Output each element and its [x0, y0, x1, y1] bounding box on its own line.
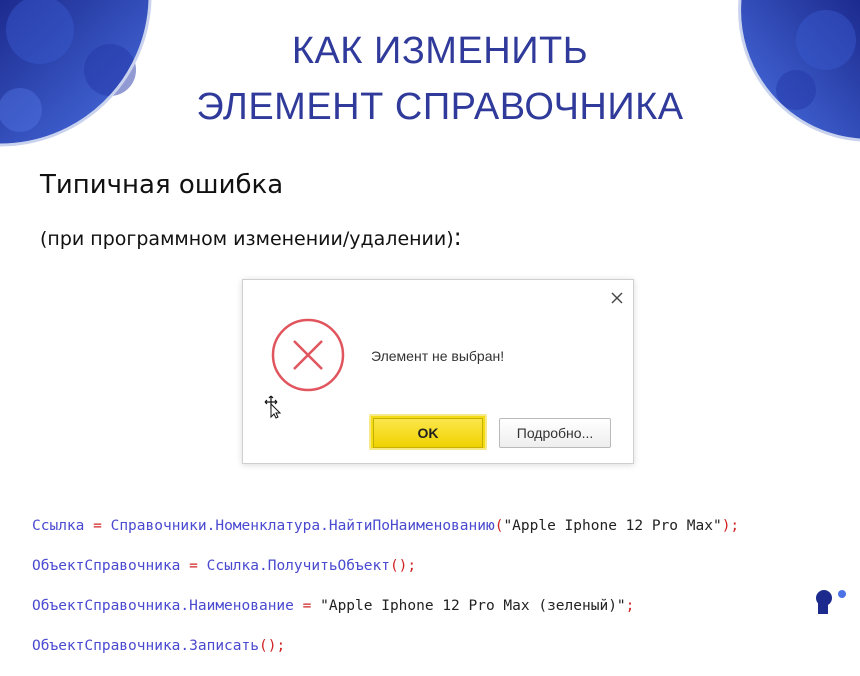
code-token: = [180, 558, 207, 574]
error-dialog: Элемент не выбран! OK Подробно... [242, 279, 634, 464]
slide-note-colon: : [453, 223, 462, 251]
code-token: = [293, 598, 321, 614]
code-token: ОбъектСправочника [32, 558, 181, 574]
ok-button[interactable]: OK [369, 414, 487, 450]
code-token: (); [389, 558, 417, 574]
details-button[interactable]: Подробно... [499, 418, 611, 448]
code-token: ОбъектСправочника.Записать [32, 638, 259, 654]
slide-note-text: (при программном изменении/удалении) [40, 228, 454, 250]
dialog-message: Элемент не выбран! [371, 348, 505, 364]
slide-title-line-2: ЭЛЕМЕНТ СПРАВОЧНИКА [196, 86, 684, 128]
error-icon [270, 317, 346, 393]
logo-icon [808, 586, 860, 614]
ok-button-label: OK [373, 418, 483, 448]
code-token: Ссылка.ПолучитьОбъект [206, 558, 390, 574]
code-token: = [84, 518, 111, 534]
slide-note: (при программном изменении/удалении): [40, 223, 462, 251]
code-line-4: ОбъектСправочника.Записать(); [32, 636, 739, 656]
code-line-2: ОбъектСправочника = Ссылка.ПолучитьОбъек… [32, 556, 739, 576]
code-token: ); [721, 518, 740, 534]
code-token: "Apple Iphone 12 Pro Max (зеленый)" [320, 598, 626, 614]
code-line-3: ОбъектСправочника.Наименование = "Apple … [32, 596, 739, 616]
code-line-1: Ссылка = Справочники.Номенклатура.НайтиП… [32, 516, 739, 536]
code-token: "Apple Iphone 12 Pro Max" [503, 518, 722, 534]
move-cursor-icon [264, 395, 282, 419]
code-token: ; [625, 598, 635, 614]
slide-subtitle: Типичная ошибка [40, 170, 284, 200]
code-token: Справочники.Номенклатура.НайтиПоНаименов… [110, 518, 495, 534]
code-block: Ссылка = Справочники.Номенклатура.НайтиП… [32, 496, 739, 676]
close-icon[interactable] [609, 290, 625, 306]
code-token: (); [258, 638, 286, 654]
code-token: ОбъектСправочника.Наименование [32, 598, 294, 614]
code-token: Ссылка [32, 518, 85, 534]
slide-title-line-1: КАК ИЗМЕНИТЬ [291, 30, 589, 72]
